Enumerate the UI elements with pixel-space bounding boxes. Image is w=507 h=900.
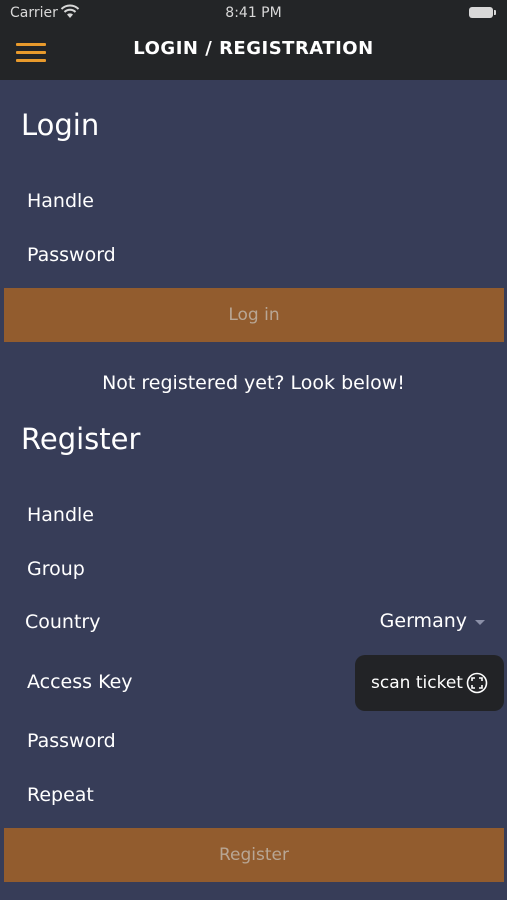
- scan-icon: [466, 672, 488, 694]
- battery-icon: [469, 7, 496, 18]
- scan-ticket-button[interactable]: scan ticket: [355, 655, 504, 711]
- registration-hint: Not registered yet? Look below!: [102, 372, 405, 394]
- status-bar: Carrier 8:41 PM: [0, 0, 507, 28]
- login-password-input[interactable]: [25, 243, 329, 267]
- register-password-input[interactable]: [25, 729, 329, 753]
- register-handle-input[interactable]: [25, 503, 329, 527]
- country-label: Country: [25, 611, 101, 633]
- login-handle-input[interactable]: [25, 189, 329, 213]
- top-bar: Carrier 8:41 PM LOGIN / REGISTRATION: [0, 0, 507, 80]
- login-heading: Login: [21, 108, 100, 142]
- register-repeat-input[interactable]: [25, 783, 329, 807]
- register-group-input[interactable]: [25, 557, 329, 581]
- country-select[interactable]: Germany: [380, 610, 485, 632]
- country-value: Germany: [379, 610, 467, 632]
- register-button[interactable]: Register: [4, 828, 504, 882]
- register-heading: Register: [21, 422, 141, 456]
- scan-ticket-label: scan ticket: [371, 673, 463, 693]
- page-title: LOGIN / REGISTRATION: [133, 38, 374, 59]
- access-key-input[interactable]: [25, 670, 339, 694]
- chevron-down-icon: [475, 619, 485, 625]
- status-time: 8:41 PM: [225, 5, 282, 21]
- login-button[interactable]: Log in: [4, 288, 504, 342]
